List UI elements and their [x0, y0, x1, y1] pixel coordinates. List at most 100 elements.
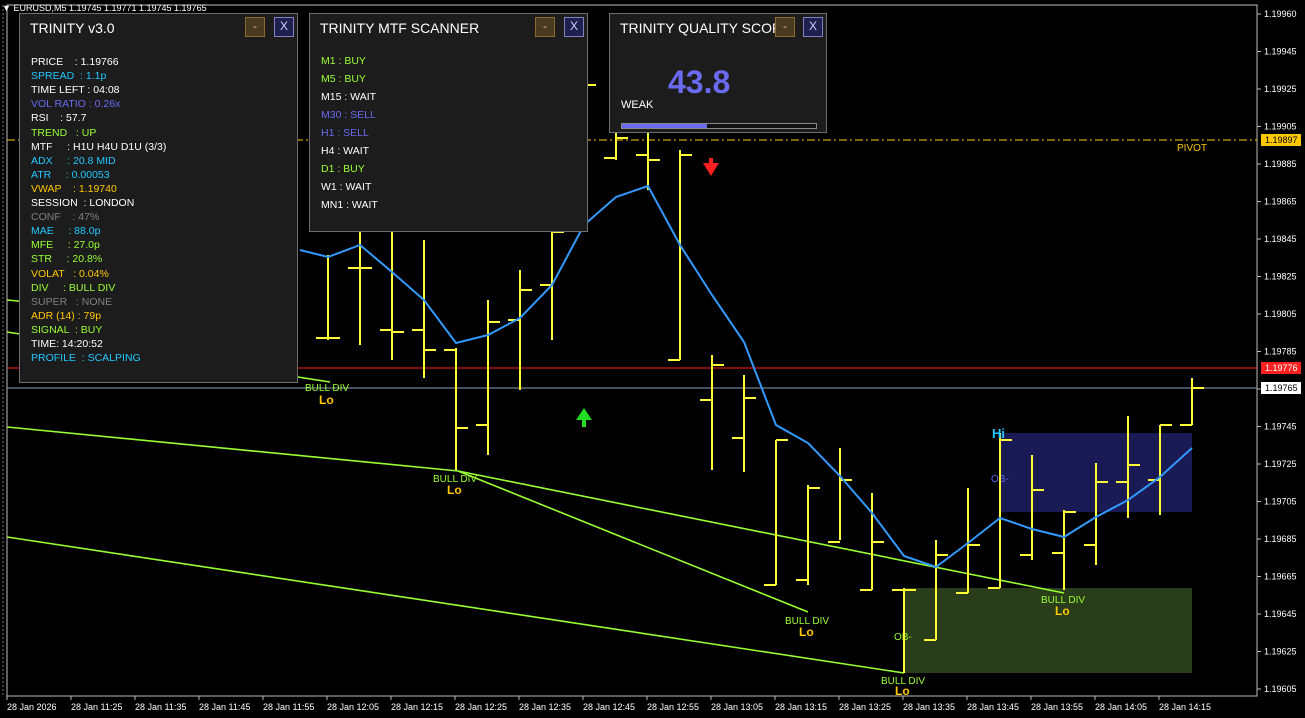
ob-label-bullish: OB-	[894, 632, 912, 643]
trinity-stat-row: VOL RATIO : 0.26x	[31, 98, 121, 111]
buy-arrow-icon	[576, 408, 592, 427]
trinity-stat-row: TREND : UP	[31, 126, 97, 139]
trinity-stat-row: ATR : 0.00053	[31, 168, 110, 181]
price-axis[interactable]: 1.19960 1.19945 1.19925 1.19905 1.19885 1.198…	[1257, 9, 1297, 694]
trinity-stat-row: CONF : 47%	[31, 211, 100, 224]
time-tick-label: 28 Jan 12:55	[647, 702, 699, 712]
pivot-price-box: 1.19897	[1261, 134, 1301, 146]
time-tick-label: 28 Jan 13:15	[775, 702, 827, 712]
trinity-stat-row: SIGNAL : BUY	[31, 323, 103, 336]
mtf-timeframe-row: M15 : WAIT	[321, 91, 377, 103]
trinity-stat-row: MTF : H1U H4U D1U (3/3)	[31, 140, 167, 153]
trinity-stat-row: MAE : 88.0p	[31, 225, 101, 238]
quality-score-value: 43.8	[668, 64, 731, 100]
time-tick-label: 28 Jan 13:25	[839, 702, 891, 712]
trinity-stat-row: ADX : 20.8 MID	[31, 154, 116, 167]
price-tick-label: 1.19845	[1264, 234, 1297, 244]
price-tick-label: 1.19605	[1264, 684, 1297, 694]
minimize-button[interactable]: -	[245, 17, 265, 37]
trinity-stat-row: PROFILE : SCALPING	[31, 352, 141, 365]
trinity-stat-row: RSI : 57.7	[31, 112, 87, 125]
price-tick-label: 1.19960	[1264, 9, 1297, 19]
time-tick-label: 28 Jan 13:55	[1031, 702, 1083, 712]
close-button[interactable]: X	[274, 17, 294, 37]
trinity-stat-row: STR : 20.8%	[31, 253, 103, 266]
trinity-panel[interactable]: TRINITY v3.0 - X PRICE : 1.19766 SPREAD :…	[19, 13, 298, 383]
time-tick-label: 28 Jan 13:45	[967, 702, 1019, 712]
price-tick-label: 1.19745	[1264, 422, 1297, 432]
trinity-stat-row: SESSION : LONDON	[31, 197, 135, 209]
price-tick-label: 1.19865	[1264, 197, 1297, 207]
time-tick-label: 28 Jan 2026	[7, 702, 57, 712]
time-tick-label: 28 Jan 13:05	[711, 702, 763, 712]
price-tick-label: 1.19625	[1264, 647, 1297, 657]
minimize-button[interactable]: -	[535, 17, 555, 37]
quality-panel-header[interactable]: TRINITY QUALITY SCORE - X	[610, 14, 826, 42]
symbol-quote: EURUSD,M5 1.19745 1.19771 1.19745 1.1976…	[13, 3, 207, 13]
price-tick-label: 1.19905	[1264, 122, 1297, 132]
price-tick-label: 1.19805	[1264, 309, 1297, 319]
mtf-panel-header[interactable]: TRINITY MTF SCANNER - X	[310, 14, 587, 42]
time-tick-label: 28 Jan 11:35	[135, 702, 186, 712]
price-tick-label: 1.19685	[1264, 534, 1297, 544]
time-tick-label: 28 Jan 11:45	[199, 702, 250, 712]
price-tick-label: 1.19825	[1264, 272, 1297, 282]
price-tick-label: 1.19705	[1264, 497, 1297, 507]
time-tick-label: 28 Jan 12:35	[519, 702, 571, 712]
mtf-timeframe-row: M1 : BUY	[321, 55, 366, 67]
price-tick-label: 1.19945	[1264, 47, 1297, 57]
time-tick-label: 28 Jan 11:55	[263, 702, 314, 712]
trinity-panel-header[interactable]: TRINITY v3.0 - X	[20, 14, 297, 42]
quality-panel-title: TRINITY QUALITY SCORE	[620, 20, 792, 36]
time-tick-label: 28 Jan 12:15	[391, 702, 443, 712]
red-price-box: 1.19776	[1261, 362, 1301, 374]
time-tick-label: 28 Jan 14:05	[1095, 702, 1147, 712]
time-tick-label: 28 Jan 12:25	[455, 702, 507, 712]
lo-label: Lo	[319, 393, 334, 407]
trinity-stat-row: SUPER : NONE	[31, 295, 113, 308]
quality-score-bar	[621, 123, 817, 129]
trinity-stat-row: SPREAD : 1.1p	[31, 70, 107, 83]
mtf-timeframe-row: MN1 : WAIT	[321, 199, 378, 211]
current-price-box: 1.19765	[1261, 382, 1301, 394]
trinity-stat-row: VOLAT : 0.04%	[31, 267, 109, 280]
mtf-scanner-panel[interactable]: TRINITY MTF SCANNER - X M1 : BUY M5 : BUY…	[309, 13, 588, 232]
quality-score-panel[interactable]: TRINITY QUALITY SCORE - X 43.8 WEAK	[609, 13, 827, 133]
svg-text:1.19765: 1.19765	[1265, 383, 1298, 393]
sell-arrow-icon	[703, 158, 719, 176]
time-tick-label: 28 Jan 14:15	[1159, 702, 1211, 712]
trinity-stat-row: DIV : BULL DIV	[31, 281, 116, 294]
svg-text:1.19776: 1.19776	[1265, 363, 1298, 373]
lo-label: Lo	[895, 684, 910, 698]
dropdown-triangle-icon[interactable]: ▼	[2, 3, 11, 13]
lo-label: Lo	[447, 483, 462, 497]
price-tick-label: 1.19725	[1264, 459, 1297, 469]
close-button[interactable]: X	[564, 17, 584, 37]
lo-label: Lo	[1055, 604, 1070, 618]
quality-score-fill	[622, 124, 707, 128]
price-tick-label: 1.19645	[1264, 609, 1297, 619]
trinity-stat-row: ADR (14) : 79p	[31, 309, 102, 322]
time-axis[interactable]: 28 Jan 2026 28 Jan 11:25 28 Jan 11:35 28 Ja…	[6, 696, 1211, 712]
lo-label: Lo	[799, 625, 814, 639]
minimize-button[interactable]: -	[775, 17, 795, 37]
mtf-timeframe-row: H1 : SELL	[321, 127, 369, 139]
close-button[interactable]: X	[803, 17, 823, 37]
quality-score-label: WEAK	[621, 99, 654, 111]
symbol-info: ▼ EURUSD,M5 1.19745 1.19771 1.19745 1.19…	[2, 3, 207, 13]
price-tick-label: 1.19925	[1264, 84, 1297, 94]
trinity-stat-row: VWAP : 1.19740	[31, 182, 117, 195]
hi-label: Hi	[992, 426, 1005, 441]
trinity-stat-row: TIME LEFT : 04:08	[31, 84, 120, 97]
mtf-timeframe-row: W1 : WAIT	[321, 181, 372, 193]
trinity-panel-title: TRINITY v3.0	[30, 20, 115, 36]
svg-text:1.19897: 1.19897	[1265, 135, 1298, 145]
trinity-stat-row: PRICE : 1.19766	[31, 56, 119, 68]
mtf-timeframe-row: M30 : SELL	[321, 109, 376, 121]
trinity-stat-row: MFE : 27.0p	[31, 239, 100, 252]
pivot-label: PIVOT	[1177, 143, 1207, 154]
mtf-timeframe-row: M5 : BUY	[321, 73, 366, 85]
time-tick-label: 28 Jan 13:35	[903, 702, 955, 712]
mtf-timeframe-row: D1 : BUY	[321, 163, 365, 175]
price-tick-label: 1.19785	[1264, 347, 1297, 357]
